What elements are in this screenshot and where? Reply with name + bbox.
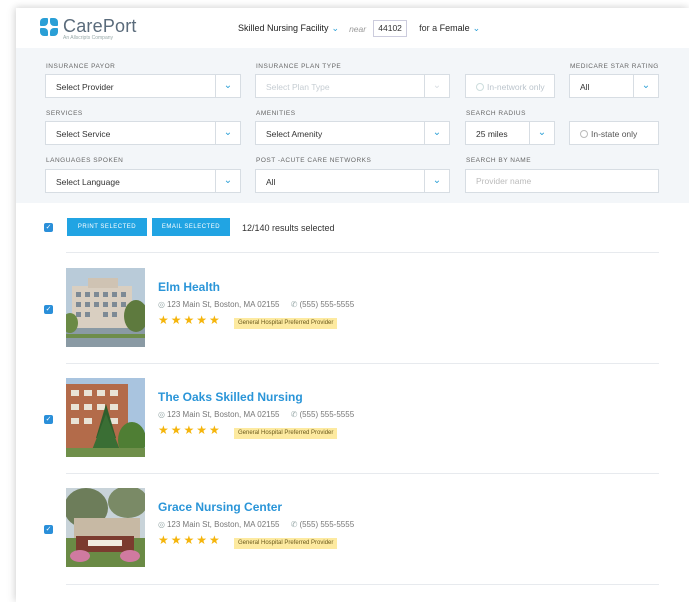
facility-contact: ◎ 123 Main St, Boston, MA 02155 ✆ (555) 55… <box>158 410 354 419</box>
insurance-payor-select[interactable]: Select Provider ⌄ <box>45 74 241 98</box>
facility-phone[interactable]: (555) 555-5555 <box>299 520 354 529</box>
facility-type-dropdown[interactable]: Skilled Nursing Facility ⌄ <box>238 23 339 34</box>
post-acute-value: All <box>266 177 276 187</box>
gender-value: Female <box>439 23 470 33</box>
post-acute-select[interactable]: All ⌄ <box>255 169 450 193</box>
checkbox-circle-icon <box>476 83 484 91</box>
facility-phone[interactable]: (555) 555-5555 <box>299 300 354 309</box>
filter-panel: INSURANCE PAYOR Select Provider ⌄ INSURA… <box>16 48 689 203</box>
divider <box>66 473 659 474</box>
logo-icon <box>40 18 58 36</box>
bulk-actions-bar: ✓ PRINT SELECTED EMAIL SELECTED 12/140 r… <box>16 218 689 248</box>
services-select[interactable]: Select Service ⌄ <box>45 121 241 145</box>
divider <box>66 363 659 364</box>
email-selected-button[interactable]: EMAIL SELECTED <box>152 218 230 236</box>
list-item: ✓ Grace Nursing Center ◎ 123 Main St, Bos… <box>16 483 689 583</box>
insurance-payor-value: Select Provider <box>56 82 114 92</box>
logo-subtitle: An Allscripts Company <box>63 35 114 41</box>
chevron-down-icon: ⌄ <box>529 122 554 144</box>
chevron-down-icon: ⌄ <box>215 170 240 192</box>
chevron-down-icon: ⌄ <box>424 122 449 144</box>
facility-address: 123 Main St, Boston, MA 02155 <box>166 520 280 529</box>
chevron-down-icon: ⌄ <box>424 170 449 192</box>
gender-prefix: for a <box>419 23 438 33</box>
zip-input[interactable]: 44102 <box>373 20 408 37</box>
preferred-provider-badge: General Hospital Preferred Provider <box>234 428 338 439</box>
facility-name-link[interactable]: Grace Nursing Center <box>158 500 282 514</box>
divider <box>66 584 659 585</box>
select-all-checkbox[interactable]: ✓ <box>44 223 53 232</box>
search-radius-select[interactable]: 25 miles ⌄ <box>465 121 555 145</box>
medicare-star-value: All <box>580 82 590 92</box>
in-network-label: In-network only <box>487 82 545 92</box>
phone-icon: ✆ <box>290 300 298 309</box>
amenities-select[interactable]: Select Amenity ⌄ <box>255 121 450 145</box>
insurance-payor-label: INSURANCE PAYOR <box>46 63 116 70</box>
provider-name-input[interactable]: Provider name <box>465 169 659 193</box>
print-selected-button[interactable]: PRINT SELECTED <box>67 218 147 236</box>
star-rating: ★★★★★ <box>158 313 222 327</box>
medicare-star-select[interactable]: All ⌄ <box>569 74 659 98</box>
chevron-down-icon: ⌄ <box>215 122 240 144</box>
checkbox-circle-icon <box>580 130 588 138</box>
preferred-provider-badge: General Hospital Preferred Provider <box>234 538 338 549</box>
chevron-down-icon: ⌄ <box>424 75 449 97</box>
result-checkbox[interactable]: ✓ <box>44 305 53 314</box>
languages-select[interactable]: Select Language ⌄ <box>45 169 241 193</box>
facility-phone[interactable]: (555) 555-5555 <box>299 410 354 419</box>
list-item: ✓ Elm Health ◎ 123 Main St, Boston, MA 02… <box>16 263 689 363</box>
services-value: Select Service <box>56 129 111 139</box>
amenities-label: AMENITIES <box>256 110 296 117</box>
facility-photo[interactable] <box>66 268 145 347</box>
search-criteria-bar: Skilled Nursing Facility ⌄ near 44102 for… <box>238 20 480 37</box>
divider <box>66 252 659 253</box>
near-label: near <box>349 23 367 34</box>
facility-type-label: Skilled Nursing Facility <box>238 23 329 33</box>
search-radius-value: 25 miles <box>476 129 508 139</box>
top-bar: CarePort An Allscripts Company Skilled N… <box>16 8 689 48</box>
insurance-plan-type-select[interactable]: Select Plan Type ⌄ <box>255 74 450 98</box>
insurance-plan-type-label: INSURANCE PLAN TYPE <box>256 63 342 70</box>
post-acute-label: POST -ACUTE CARE NETWORKS <box>256 157 372 164</box>
chevron-down-icon: ⌄ <box>633 75 658 97</box>
insurance-plan-type-value: Select Plan Type <box>266 82 330 92</box>
in-state-checkbox[interactable]: In-state only <box>569 121 659 145</box>
app-window: CarePort An Allscripts Company Skilled N… <box>16 8 689 602</box>
amenities-value: Select Amenity <box>266 129 323 139</box>
facility-photo[interactable] <box>66 378 145 457</box>
location-pin-icon: ◎ <box>158 520 165 529</box>
preferred-provider-badge: General Hospital Preferred Provider <box>234 318 338 329</box>
phone-icon: ✆ <box>290 520 298 529</box>
chevron-down-icon: ⌄ <box>472 23 481 33</box>
search-radius-label: SEARCH RADIUS <box>466 110 526 117</box>
gender-dropdown[interactable]: for a Female ⌄ <box>419 23 480 34</box>
location-pin-icon: ◎ <box>158 410 165 419</box>
in-state-label: In-state only <box>591 129 638 139</box>
facility-name-link[interactable]: The Oaks Skilled Nursing <box>158 390 303 404</box>
result-checkbox[interactable]: ✓ <box>44 415 53 424</box>
list-item: ✓ The Oaks Skilled Nursing ◎ 123 Main St,… <box>16 373 689 473</box>
careport-logo[interactable]: CarePort An Allscripts Company <box>40 17 137 42</box>
facility-address: 123 Main St, Boston, MA 02155 <box>166 410 280 419</box>
chevron-down-icon: ⌄ <box>215 75 240 97</box>
star-rating: ★★★★★ <box>158 533 222 547</box>
location-pin-icon: ◎ <box>158 300 165 309</box>
selection-count: 12/140 results selected <box>242 223 335 233</box>
facility-photo[interactable] <box>66 488 145 567</box>
chevron-down-icon: ⌄ <box>331 23 340 33</box>
languages-label: LANGUAGES SPOKEN <box>46 157 124 164</box>
star-rating: ★★★★★ <box>158 423 222 437</box>
medicare-star-label: MEDICARE STAR RATING <box>570 63 659 70</box>
services-label: SERVICES <box>46 110 83 117</box>
facility-name-link[interactable]: Elm Health <box>158 280 220 294</box>
facility-contact: ◎ 123 Main St, Boston, MA 02155 ✆ (555) 55… <box>158 300 354 309</box>
languages-value: Select Language <box>56 177 120 187</box>
logo-name: CarePort <box>63 16 137 36</box>
facility-contact: ◎ 123 Main St, Boston, MA 02155 ✆ (555) 55… <box>158 520 354 529</box>
search-name-label: SEARCH BY NAME <box>466 157 532 164</box>
facility-address: 123 Main St, Boston, MA 02155 <box>166 300 280 309</box>
phone-icon: ✆ <box>290 410 298 419</box>
result-checkbox[interactable]: ✓ <box>44 525 53 534</box>
in-network-checkbox[interactable]: In-network only <box>465 74 555 98</box>
